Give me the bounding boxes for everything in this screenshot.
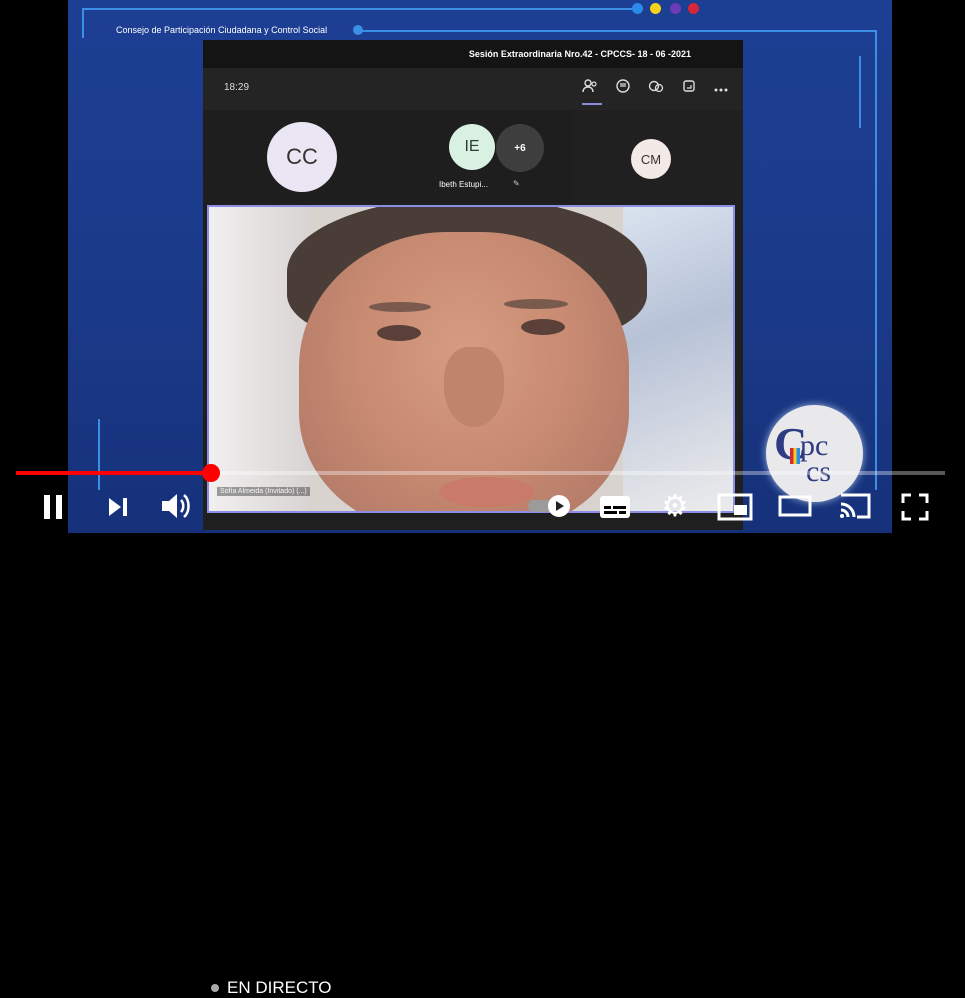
main-video-feed: Sofía Almeida (Invitado) (...): [207, 205, 735, 513]
progress-fill: [16, 471, 211, 475]
organization-name: Consejo de Participación Ciudadana y Con…: [116, 25, 328, 35]
right-eye: [521, 319, 565, 335]
left-eye: [377, 325, 421, 341]
frame-line-right-short: [859, 56, 861, 128]
participant-tile-cc: CC: [203, 110, 393, 202]
progress-scrubber[interactable]: [202, 464, 220, 482]
subtitles-icon[interactable]: [598, 492, 632, 522]
reactions-icon[interactable]: [646, 78, 666, 98]
meeting-toolbar: 18:29: [203, 68, 743, 110]
pause-icon[interactable]: [38, 490, 68, 524]
fullscreen-icon[interactable]: [900, 492, 930, 522]
logo-bars: [790, 448, 800, 464]
frame-line-right: [875, 30, 877, 490]
share-icon[interactable]: [679, 78, 699, 98]
right-eyebrow: [504, 299, 568, 309]
autoplay-toggle[interactable]: [527, 494, 573, 518]
live-label: EN DIRECTO: [227, 978, 332, 997]
settings-icon[interactable]: ⚙: [659, 490, 691, 523]
purple-dot: [670, 3, 681, 14]
frame-line-bottom-left: [98, 419, 100, 490]
avatar-cc: CC: [267, 122, 337, 192]
participant-name: Ibeth Estupi...: [439, 180, 488, 189]
miniplayer-icon[interactable]: [716, 492, 754, 522]
participant-tile-ie: IE Ibeth Estupi... ✎: [393, 110, 571, 202]
frame-line-left: [82, 8, 84, 38]
more-participants-badge[interactable]: +6: [496, 124, 544, 172]
teams-title-bar: Sesión Extraordinaria Nro.42 - CPCCS- 18…: [203, 40, 743, 68]
left-eyebrow: [369, 302, 431, 312]
meeting-time: 18:29: [224, 82, 250, 93]
volume-icon[interactable]: [158, 488, 194, 524]
active-tab-underline: [582, 103, 602, 105]
header-dot: [353, 25, 363, 35]
frame-line-header: [358, 30, 876, 32]
red-dot: [688, 3, 699, 14]
live-indicator[interactable]: EN DIRECTO: [211, 978, 332, 998]
pin-icon: ✎: [513, 179, 520, 188]
participant-tile-cm: CM: [575, 110, 743, 202]
session-title: Sesión Extraordinaria Nro.42 - CPCCS- 18…: [468, 49, 691, 59]
participants-icon[interactable]: [580, 78, 600, 98]
more-icon[interactable]: [711, 78, 731, 98]
cast-icon[interactable]: [836, 490, 874, 522]
avatar-cm: CM: [631, 139, 671, 179]
frame-line-top: [82, 8, 642, 10]
teams-window: Sesión Extraordinaria Nro.42 - CPCCS- 18…: [203, 40, 743, 530]
next-icon[interactable]: [103, 490, 133, 524]
yellow-dot: [650, 3, 661, 14]
theater-icon[interactable]: [778, 492, 812, 520]
avatar-ie: IE: [449, 124, 495, 170]
live-dot: [211, 984, 219, 992]
blue-dot: [632, 3, 643, 14]
chat-icon[interactable]: [613, 78, 633, 98]
person-nose: [444, 347, 504, 427]
player-controls: EN DIRECTO ⚙: [0, 482, 965, 997]
